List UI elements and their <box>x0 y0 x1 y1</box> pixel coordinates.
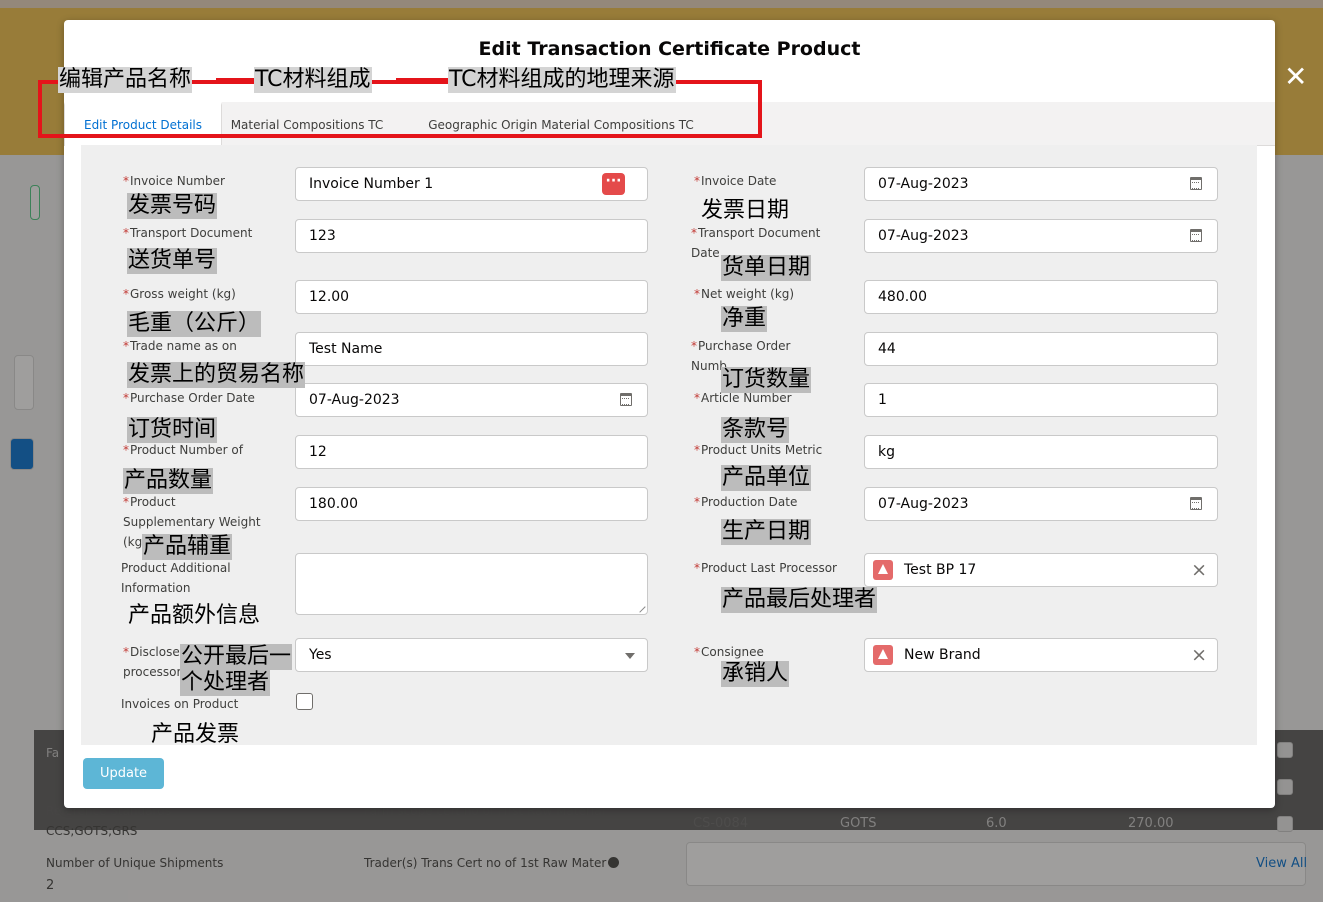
annotation-tab-edit: 编辑产品名称 <box>58 67 193 93</box>
annotation-supplementary-weight: 产品辅重 <box>142 534 233 560</box>
invoice-number-value: Invoice Number 1 <box>309 176 434 192</box>
annotation-article-number: 条款号 <box>721 417 790 443</box>
annotation-additional-info: 产品额外信息 <box>128 603 261 628</box>
annotation-transport-document: 送货单号 <box>127 248 218 274</box>
annotation-tab-geo: TC材料组成的地理来源 <box>448 67 676 93</box>
transport-document-date-value: 07-Aug-2023 <box>878 228 969 244</box>
annotation-connector <box>216 78 256 82</box>
supplementary-weight-input[interactable]: 180.00 <box>295 487 648 521</box>
product-number-value: 12 <box>309 444 327 460</box>
invoice-number-label: *Invoice Number <box>123 174 225 188</box>
purchase-order-number-input[interactable]: 44 <box>864 332 1218 366</box>
annotation-tab-material: TC材料组成 <box>254 67 372 93</box>
additional-info-textarea[interactable] <box>295 553 648 615</box>
clear-icon[interactable]: × <box>1191 639 1207 671</box>
transport-document-label: *Transport Document <box>123 226 253 240</box>
trade-name-input[interactable]: Test Name <box>295 332 648 366</box>
net-weight-value: 480.00 <box>878 289 927 305</box>
product-units-metric-value: kg <box>878 444 895 460</box>
annotation-gross-weight: 毛重（公斤） <box>127 311 262 337</box>
production-date-value: 07-Aug-2023 <box>878 496 969 512</box>
annotation-last-processor: 产品最后处理者 <box>721 587 878 613</box>
product-units-metric-label: *Product Units Metric <box>694 443 823 457</box>
consignee-lookup[interactable]: New Brand × <box>864 638 1218 672</box>
invoices-on-product-checkbox[interactable] <box>296 693 313 710</box>
transport-document-date-input[interactable]: 07-Aug-2023 <box>864 219 1218 253</box>
update-button[interactable]: Update <box>83 758 164 789</box>
annotation-invoice-date: 发票日期 <box>701 198 790 223</box>
annotation-purchase-order-date: 订货时间 <box>127 417 218 443</box>
product-number-input[interactable]: 12 <box>295 435 648 469</box>
calendar-icon[interactable] <box>1190 229 1202 242</box>
purchase-order-date-value: 07-Aug-2023 <box>309 392 400 408</box>
annotation-transport-document-date: 货单日期 <box>721 255 812 281</box>
trade-name-label: *Trade name as on <box>123 339 237 353</box>
consignee-label: *Consignee <box>694 645 764 659</box>
calendar-icon[interactable] <box>620 393 632 406</box>
annotation-invoice-number: 发票号码 <box>127 193 218 219</box>
net-weight-input[interactable]: 480.00 <box>864 280 1218 314</box>
annotation-product-units-metric: 产品单位 <box>721 465 812 491</box>
annotation-net-weight: 净重 <box>721 306 768 332</box>
transport-document-input[interactable]: 123 <box>295 219 648 253</box>
article-number-value: 1 <box>878 392 887 408</box>
annotation-purchase-order-number: 订货数量 <box>721 367 812 393</box>
additional-info-label: Product Additional Information <box>121 561 231 595</box>
invoice-date-value: 07-Aug-2023 <box>878 176 969 192</box>
invoice-date-label: *Invoice Date <box>694 174 777 188</box>
gross-weight-label: *Gross weight (kg) <box>123 287 236 301</box>
purchase-order-number-value: 44 <box>878 341 896 357</box>
net-weight-label: *Net weight (kg) <box>694 287 795 301</box>
close-icon[interactable]: ✕ <box>1284 60 1307 93</box>
purchase-order-date-input[interactable]: 07-Aug-2023 <box>295 383 648 417</box>
consignee-value: New Brand <box>904 647 981 663</box>
calendar-icon[interactable] <box>1190 497 1202 510</box>
chevron-down-icon <box>625 653 635 659</box>
product-units-metric-input[interactable]: kg <box>864 435 1218 469</box>
last-processor-value: Test BP 17 <box>904 562 977 578</box>
production-date-input[interactable]: 07-Aug-2023 <box>864 487 1218 521</box>
clear-icon[interactable]: × <box>1191 554 1207 586</box>
annotation-disclose-1: 公开最后一 <box>180 644 293 670</box>
account-icon <box>873 560 893 580</box>
invoices-on-product-label: Invoices on Product <box>121 697 239 711</box>
production-date-label: *Production Date <box>694 495 798 509</box>
disclose-select[interactable]: Yes <box>295 638 648 672</box>
article-number-input[interactable]: 1 <box>864 383 1218 417</box>
supplementary-weight-value: 180.00 <box>309 496 358 512</box>
resize-handle-icon[interactable] <box>634 601 646 613</box>
invoice-date-input[interactable]: 07-Aug-2023 <box>864 167 1218 201</box>
product-number-label: *Product Number of <box>123 443 243 457</box>
transport-document-value: 123 <box>309 228 336 244</box>
calendar-icon[interactable] <box>1190 177 1202 190</box>
purchase-order-date-label: *Purchase Order Date <box>123 391 255 405</box>
account-icon <box>873 645 893 665</box>
annotation-connector <box>396 78 448 82</box>
modal-title: Edit Transaction Certificate Product <box>478 38 861 60</box>
last-processor-lookup[interactable]: Test BP 17 × <box>864 553 1218 587</box>
annotation-disclose-2: 个处理者 <box>180 670 271 696</box>
disclose-label: *Disclose processor? <box>123 645 188 679</box>
trade-name-value: Test Name <box>309 341 383 357</box>
gross-weight-value: 12.00 <box>309 289 350 305</box>
last-processor-label: *Product Last Processor <box>694 561 837 575</box>
invoice-number-input[interactable]: Invoice Number 1 ··· <box>295 167 648 201</box>
disclose-value: Yes <box>309 647 332 663</box>
annotation-trade-name: 发票上的贸易名称 <box>127 362 306 388</box>
more-icon[interactable]: ··· <box>602 173 625 195</box>
annotation-invoices-on-product: 产品发票 <box>151 722 240 747</box>
gross-weight-input[interactable]: 12.00 <box>295 280 648 314</box>
annotation-production-date: 生产日期 <box>721 519 812 545</box>
annotation-product-number: 产品数量 <box>123 468 214 494</box>
annotation-consignee: 承销人 <box>721 661 790 687</box>
